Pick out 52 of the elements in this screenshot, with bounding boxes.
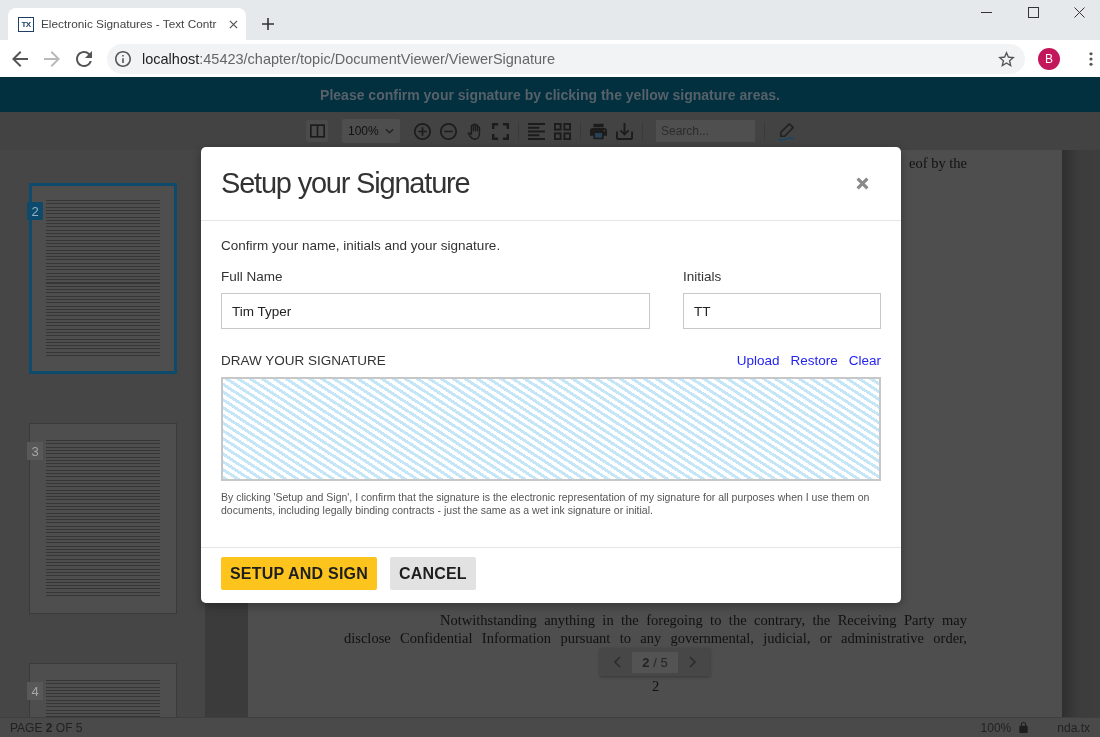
page-number: 2 xyxy=(651,678,660,694)
disclaimer-text: By clicking 'Setup and Sign', I confirm that the signature is the electronic representation of my signature for all purposes when I use them on documents, including legally binding contracts - just the same as a wet ink signature or initial. xyxy=(221,491,871,517)
chevron-right-icon[interactable] xyxy=(689,656,696,668)
instruction-banner: Please confirm your signature by clicking the yellow signature areas. xyxy=(0,77,1100,112)
info-icon[interactable] xyxy=(115,50,131,67)
signature-pad[interactable] xyxy=(221,377,881,481)
text-align-icon[interactable] xyxy=(528,122,545,140)
print-icon[interactable] xyxy=(590,122,607,140)
cancel-button[interactable]: CANCEL xyxy=(389,557,476,590)
chevron-left-icon[interactable] xyxy=(614,656,621,668)
forward-arrow-icon[interactable] xyxy=(44,50,60,67)
sidebar-toggle-button[interactable] xyxy=(306,120,328,142)
section-label: DRAW YOUR SIGNATURE xyxy=(221,353,386,369)
text-input[interactable]: TT xyxy=(683,293,881,329)
lock-icon xyxy=(1019,722,1029,733)
signature-action-link[interactable]: Clear xyxy=(848,353,881,369)
browser-tab[interactable]: TX Electronic Signatures - Text Contr xyxy=(8,8,246,40)
document-text: eof by the xyxy=(909,155,967,172)
field-label: Initials xyxy=(683,269,723,285)
maximize-icon[interactable] xyxy=(1028,6,1039,18)
sidebar-icon xyxy=(309,124,325,138)
hand-icon[interactable] xyxy=(466,122,483,140)
page-number-badge: 3 xyxy=(27,442,43,460)
minimize-icon[interactable] xyxy=(981,11,992,13)
page-thumbnail[interactable]: 2 xyxy=(29,183,177,374)
field-label: Full Name xyxy=(221,269,284,285)
menu-icon[interactable] xyxy=(1089,51,1093,66)
dialog-title: Setup your Signature xyxy=(221,167,470,200)
zoom-in-icon[interactable] xyxy=(414,122,431,140)
signature-action-link[interactable]: Upload xyxy=(736,353,780,369)
pen-signature-icon[interactable] xyxy=(777,121,796,141)
plus-icon[interactable] xyxy=(262,18,274,30)
page-number-badge: 2 xyxy=(27,202,43,220)
profile-avatar[interactable]: B xyxy=(1038,47,1060,70)
instruction-text: Confirm your name, initials and your signature. xyxy=(221,238,502,254)
download-icon[interactable] xyxy=(616,122,633,140)
close-icon[interactable] xyxy=(229,19,238,29)
site-logo: TX xyxy=(18,16,34,32)
back-arrow-icon[interactable] xyxy=(12,50,28,67)
grid-icon[interactable] xyxy=(554,122,571,140)
sign-button[interactable]: SETUP AND SIGN xyxy=(221,557,377,590)
star-icon[interactable] xyxy=(998,50,1015,67)
close-icon[interactable] xyxy=(1074,6,1085,18)
chevron-down-icon xyxy=(385,128,394,134)
address-bar[interactable]: localhost:45423/chapter/topic/DocumentViewer/ViewerSignature xyxy=(107,43,1025,74)
signature-action-link[interactable]: Restore xyxy=(790,353,838,369)
text-input[interactable]: Tim Typer xyxy=(221,293,650,329)
fullscreen-icon[interactable] xyxy=(492,122,509,140)
url-text: localhost:45423/chapter/topic/DocumentViewer/ViewerSignature xyxy=(142,50,555,67)
reload-icon[interactable] xyxy=(76,50,92,67)
zoom-out-icon[interactable] xyxy=(440,122,457,140)
page-number-badge: 4 xyxy=(27,682,43,700)
